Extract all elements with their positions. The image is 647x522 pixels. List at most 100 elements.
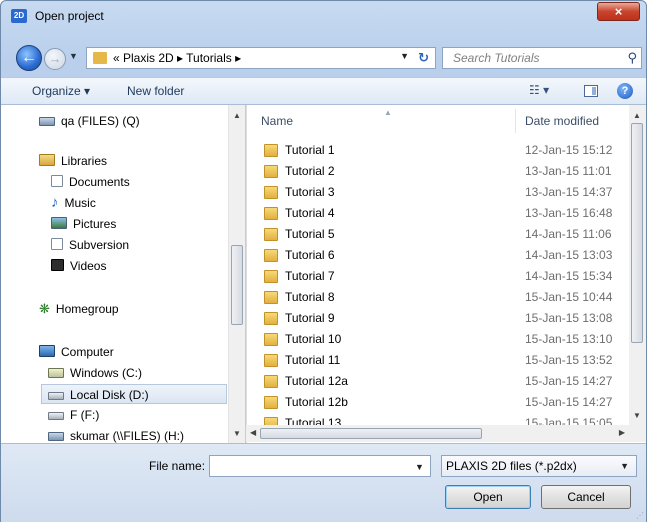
folder-icon	[93, 52, 107, 64]
navigation-pane-scrollbar[interactable]: ▲ ▼	[228, 105, 245, 443]
network-drive-icon	[39, 117, 55, 126]
scrollbar-thumb[interactable]	[631, 123, 643, 343]
folder-icon	[264, 228, 278, 241]
folder-icon	[264, 207, 278, 220]
sidebar-item-libraries[interactable]: Libraries	[39, 151, 107, 171]
search-input[interactable]: Search Tutorials ⚲	[442, 47, 642, 69]
address-bar[interactable]: « Plaxis 2D ▸ Tutorials ▸ ▼ ↻	[86, 47, 436, 69]
list-item[interactable]: Tutorial 6 14-Jan-15 13:03	[247, 245, 630, 266]
cancel-button[interactable]: Cancel	[541, 485, 631, 509]
file-type-value: PLAXIS 2D files (*.p2dx)	[446, 459, 577, 473]
list-item[interactable]: Tutorial 11 15-Jan-15 13:52	[247, 350, 630, 371]
forward-button[interactable]: →	[44, 48, 66, 70]
scroll-left-icon[interactable]: ◀	[250, 428, 256, 437]
search-placeholder: Search Tutorials	[453, 51, 540, 65]
open-button[interactable]: Open	[445, 485, 531, 509]
sort-ascending-icon: ▲	[384, 108, 392, 117]
resize-grip-icon[interactable]: ⋰	[636, 511, 644, 520]
column-header-name[interactable]: Name	[261, 105, 293, 137]
homegroup-icon: ❋	[39, 301, 50, 316]
sidebar-item-windows-c[interactable]: Windows (C:)	[48, 363, 142, 383]
sidebar-item-subversion[interactable]: Subversion	[51, 235, 129, 255]
sidebar-item-pictures[interactable]: Pictures	[51, 214, 116, 234]
file-list-vertical-scrollbar[interactable]: ▲ ▼	[629, 105, 646, 425]
folder-icon	[264, 249, 278, 262]
plaxis-app-icon: 2D	[11, 9, 27, 23]
folder-icon	[264, 333, 278, 346]
folder-icon	[264, 312, 278, 325]
scrollbar-thumb[interactable]	[231, 245, 243, 325]
sidebar-item-homegroup[interactable]: ❋ Homegroup	[39, 299, 119, 319]
list-item[interactable]: Tutorial 9 15-Jan-15 13:08	[247, 308, 630, 329]
file-name-dropdown-icon[interactable]: ▼	[415, 462, 424, 472]
navigation-bar: ← → ▼ « Plaxis 2D ▸ Tutorials ▸ ▼ ↻ Sear…	[1, 43, 646, 73]
help-icon[interactable]: ?	[617, 83, 633, 99]
sidebar-item-computer[interactable]: Computer	[39, 342, 114, 362]
refresh-icon[interactable]: ↻	[418, 50, 429, 66]
list-item[interactable]: Tutorial 8 15-Jan-15 10:44	[247, 287, 630, 308]
list-item[interactable]: Tutorial 5 14-Jan-15 11:06	[247, 224, 630, 245]
list-item[interactable]: Tutorial 4 13-Jan-15 16:48	[247, 203, 630, 224]
list-item[interactable]: Tutorial 2 13-Jan-15 11:01	[247, 161, 630, 182]
scrollbar-corner	[629, 425, 646, 442]
sidebar-item-music[interactable]: ♪ Music	[49, 193, 96, 213]
scrollbar-thumb[interactable]	[260, 428, 482, 439]
sidebar-item-videos[interactable]: Videos	[51, 256, 106, 276]
folder-icon	[264, 291, 278, 304]
subversion-icon	[51, 238, 63, 250]
address-dropdown-icon[interactable]: ▼	[400, 51, 409, 61]
file-list-horizontal-scrollbar[interactable]: ◀ ▶	[246, 425, 629, 442]
music-icon: ♪	[51, 194, 59, 211]
new-folder-button[interactable]: New folder	[127, 84, 184, 98]
network-drive-icon	[48, 432, 64, 441]
file-name-label: File name:	[149, 459, 206, 473]
libraries-icon	[39, 154, 55, 166]
folder-icon	[264, 186, 278, 199]
column-header-date-modified[interactable]: Date modified	[525, 105, 599, 137]
list-item[interactable]: Tutorial 12b 15-Jan-15 14:27	[247, 392, 630, 413]
pictures-icon	[51, 217, 67, 229]
file-list: Name ▲ Date modified Tutorial 1 12-Jan-15…	[246, 105, 646, 443]
sidebar-item-local-disk-d[interactable]: Local Disk (D:)	[41, 384, 227, 404]
computer-icon	[39, 345, 55, 357]
file-type-select[interactable]: PLAXIS 2D files (*.p2dx) ▼	[441, 455, 637, 477]
sidebar-item-f-drive[interactable]: F (F:)	[48, 405, 99, 425]
windows-drive-icon	[48, 368, 64, 378]
toolbar: Organize ▾ New folder ☷ ▾ ?	[1, 77, 646, 105]
title-bar: 2D Open project ×	[1, 1, 646, 31]
folder-icon	[264, 270, 278, 283]
drive-icon	[48, 412, 64, 420]
column-divider[interactable]	[515, 109, 516, 133]
organize-button[interactable]: Organize ▾	[32, 84, 90, 98]
open-project-dialog: 2D Open project × ← → ▼ « Plaxis 2D ▸ Tu…	[0, 0, 647, 522]
list-item[interactable]: Tutorial 3 13-Jan-15 14:37	[247, 182, 630, 203]
scroll-up-icon[interactable]: ▲	[633, 111, 641, 120]
navigation-pane: qa (FILES) (Q) Libraries Documents ♪ Musi…	[1, 105, 245, 443]
sidebar-item-qa-drive[interactable]: qa (FILES) (Q)	[39, 111, 140, 131]
scroll-down-icon[interactable]: ▼	[233, 429, 241, 438]
list-item[interactable]: Tutorial 12a 15-Jan-15 14:27	[247, 371, 630, 392]
recent-locations-chevron-icon[interactable]: ▼	[69, 51, 78, 61]
change-view-icon[interactable]: ☷ ▾	[529, 83, 549, 97]
list-item[interactable]: Tutorial 7 14-Jan-15 15:34	[247, 266, 630, 287]
sidebar-item-skumar-h[interactable]: skumar (\\FILES) (H:)	[48, 426, 184, 443]
list-item[interactable]: Tutorial 1 12-Jan-15 15:12	[247, 140, 630, 161]
window-title: Open project	[35, 9, 104, 23]
preview-pane-icon[interactable]	[584, 85, 598, 97]
folder-icon	[264, 165, 278, 178]
scroll-right-icon[interactable]: ▶	[619, 428, 625, 437]
list-item[interactable]: Tutorial 10 15-Jan-15 13:10	[247, 329, 630, 350]
back-button[interactable]: ←	[16, 45, 42, 71]
scroll-up-icon[interactable]: ▲	[233, 111, 241, 120]
scroll-down-icon[interactable]: ▼	[633, 411, 641, 420]
close-button[interactable]: ×	[597, 2, 640, 21]
sidebar-item-documents[interactable]: Documents	[51, 172, 130, 192]
document-icon	[51, 175, 63, 187]
folder-icon	[264, 144, 278, 157]
search-icon[interactable]: ⚲	[627, 50, 637, 66]
videos-icon	[51, 259, 64, 271]
folder-icon	[264, 396, 278, 409]
file-name-input[interactable]	[209, 455, 431, 477]
breadcrumb[interactable]: « Plaxis 2D ▸ Tutorials ▸	[113, 51, 241, 65]
file-name-panel: File name: ▼ PLAXIS 2D files (*.p2dx) ▼ …	[1, 443, 646, 522]
